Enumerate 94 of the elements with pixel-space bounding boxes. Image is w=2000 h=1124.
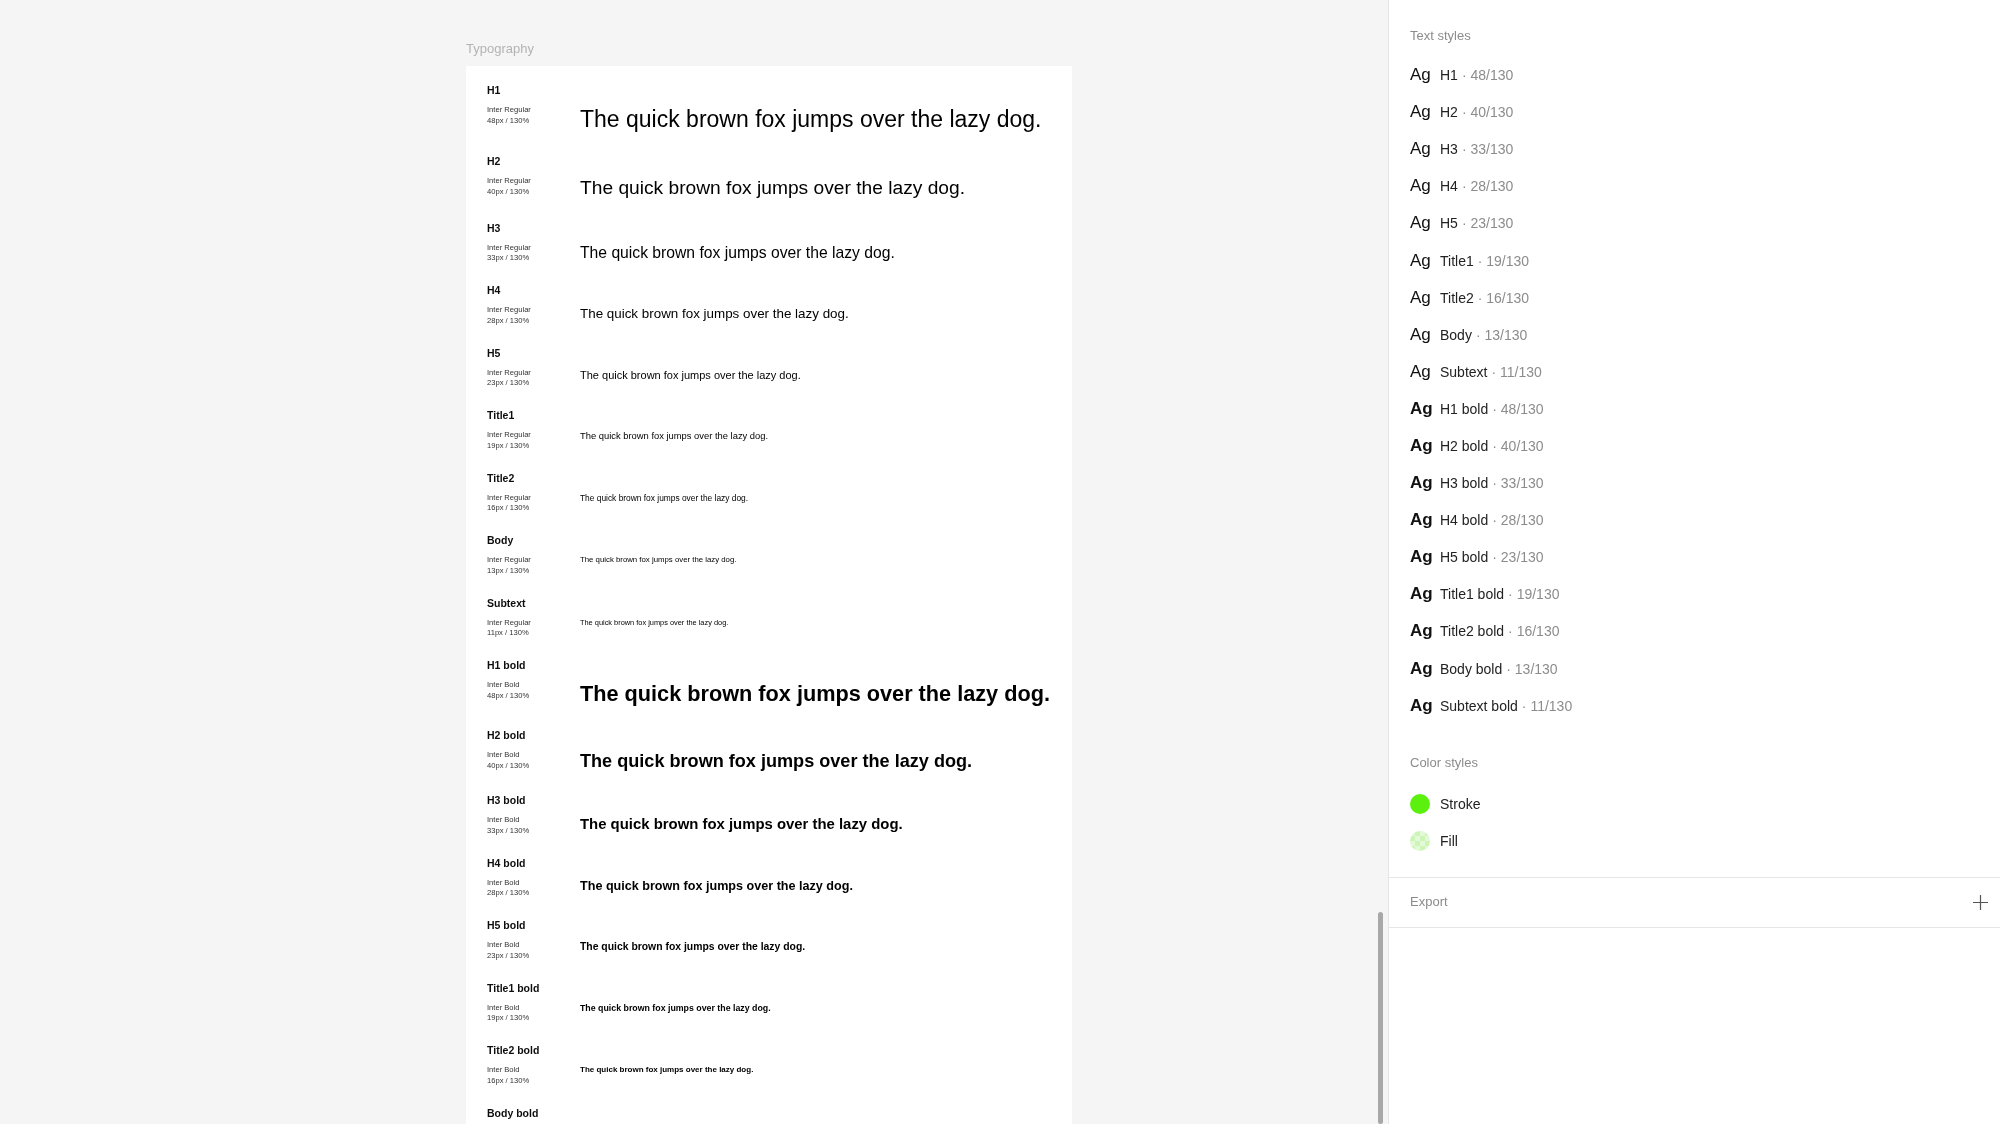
style-preview: Ag: [1410, 213, 1431, 234]
style-name: H5 bold: [487, 918, 526, 933]
color-swatch-icon: [1410, 794, 1430, 815]
style-name[interactable]: H3 bold: [1440, 474, 1489, 493]
style-preview: Ag: [1410, 584, 1433, 605]
style-name[interactable]: Title1 bold: [1440, 585, 1505, 604]
style-spec: · 19/130: [1477, 251, 1530, 270]
style-name[interactable]: H2 bold: [1440, 437, 1489, 455]
style-name: H4 bold: [487, 855, 526, 870]
color-name[interactable]: Stroke: [1440, 795, 1481, 814]
style-name: H3: [487, 220, 501, 235]
style-name: Subtext: [487, 595, 526, 610]
style-preview: Ag: [1410, 324, 1431, 345]
sample-text: The quick brown fox jumps over the lazy dog.: [580, 430, 769, 443]
style-name[interactable]: Subtext: [1440, 362, 1488, 381]
style-preview: Ag: [1410, 176, 1431, 197]
plus-icon[interactable]: [1973, 894, 1988, 910]
style-name: H5: [487, 345, 501, 360]
style-name[interactable]: Body: [1440, 325, 1472, 344]
style-name[interactable]: H4 bold: [1440, 511, 1489, 530]
style-spec: · 23/130: [1492, 548, 1544, 567]
style-preview: Ag: [1410, 65, 1431, 86]
style-name[interactable]: Title2 bold: [1440, 622, 1505, 641]
style-preview: Ag: [1410, 658, 1433, 679]
section-title: Text styles: [1410, 28, 1471, 44]
style-name[interactable]: H5 bold: [1440, 548, 1489, 567]
style-spec: · 33/130: [1492, 474, 1544, 493]
sample-text: The quick brown fox jumps over the lazy dog.: [580, 1002, 771, 1014]
style-name: Body: [487, 533, 514, 548]
style-name: Title2 bold: [487, 1043, 540, 1058]
style-name: H1: [487, 83, 501, 97]
style-spec: · 40/130: [1492, 437, 1544, 455]
color-name[interactable]: Fill: [1440, 832, 1458, 851]
style-name: H4: [487, 283, 501, 298]
sample-text: The quick brown fox jumps over the lazy dog.: [580, 305, 849, 323]
sample-text: The quick brown fox jumps over the lazy dog.: [580, 367, 801, 383]
sample-text: The quick brown fox jumps over the lazy dog.: [580, 750, 973, 774]
style-spec: · 28/130: [1461, 177, 1514, 196]
style-name[interactable]: H1 bold: [1440, 399, 1489, 418]
sample-text: The quick brown fox jumps over the lazy dog.: [580, 492, 749, 504]
sample-text: The quick brown fox jumps over the lazy dog.: [580, 877, 853, 894]
style-name: Title2: [487, 470, 515, 485]
style-name[interactable]: Body bold: [1440, 659, 1503, 678]
style-spec: · 19/130: [1508, 585, 1560, 604]
style-name[interactable]: H5: [1440, 214, 1458, 233]
style-preview: Ag: [1410, 436, 1433, 456]
style-preview: Ag: [1410, 287, 1431, 308]
style-preview: Ag: [1410, 473, 1433, 494]
style-spec: · 11/130: [1521, 696, 1573, 715]
style-name: Body bold: [487, 1105, 539, 1120]
style-preview: Ag: [1410, 510, 1433, 531]
style-name[interactable]: H1: [1440, 66, 1458, 85]
style-spec: · 40/130: [1461, 103, 1514, 122]
style-name[interactable]: H2: [1440, 103, 1458, 122]
style-spec: · 33/130: [1461, 140, 1514, 159]
scrollbar-thumb[interactable]: [1378, 912, 1383, 1124]
style-preview: Ag: [1410, 361, 1431, 382]
style-spec: · 16/130: [1477, 288, 1530, 307]
sample-text: The quick brown fox jumps over the lazy dog.: [580, 176, 965, 201]
section-title: Export: [1410, 894, 1448, 911]
style-name[interactable]: H3: [1440, 140, 1458, 159]
style-preview: Ag: [1410, 398, 1433, 419]
style-name[interactable]: H4: [1440, 177, 1458, 196]
section-title: Color styles: [1410, 755, 1478, 772]
style-spec: · 48/130: [1461, 66, 1514, 85]
style-name[interactable]: Title2: [1440, 288, 1474, 307]
style-name[interactable]: Subtext bold: [1440, 696, 1518, 715]
style-spec: · 11/130: [1491, 362, 1542, 381]
style-preview: Ag: [1410, 547, 1433, 568]
style-name: H3 bold: [487, 793, 526, 808]
style-preview: Ag: [1410, 139, 1431, 160]
sample-text: The quick brown fox jumps over the lazy dog.: [580, 242, 895, 263]
style-spec: · 16/130: [1508, 622, 1560, 641]
sample-text: The quick brown fox jumps over the lazy dog.: [580, 1065, 754, 1076]
style-spec: · 23/130: [1461, 214, 1514, 233]
style-name: H1 bold: [487, 658, 526, 673]
style-spec: · 13/130: [1506, 659, 1558, 678]
style-preview: Ag: [1410, 250, 1431, 271]
sample-text: The quick brown fox jumps over the lazy dog.: [580, 680, 1050, 709]
style-preview: Ag: [1410, 102, 1431, 123]
style-name: Title1: [487, 408, 515, 423]
color-swatch-icon: [1410, 831, 1430, 852]
style-spec: · 48/130: [1492, 399, 1544, 418]
sample-text: The quick brown fox jumps over the lazy dog.: [580, 105, 1042, 134]
style-name: H2 bold: [487, 728, 526, 743]
sample-text: The quick brown fox jumps over the lazy dog.: [580, 940, 806, 954]
style-preview: Ag: [1410, 695, 1433, 716]
style-preview: Ag: [1410, 621, 1433, 642]
sample-text: The quick brown fox jumps over the lazy dog.: [580, 815, 903, 835]
style-name[interactable]: Title1: [1440, 251, 1474, 270]
style-spec: · 13/130: [1475, 325, 1528, 344]
style-name: Title1 bold: [487, 980, 540, 995]
style-spec: · 28/130: [1492, 511, 1544, 530]
style-name: H2: [487, 154, 501, 169]
